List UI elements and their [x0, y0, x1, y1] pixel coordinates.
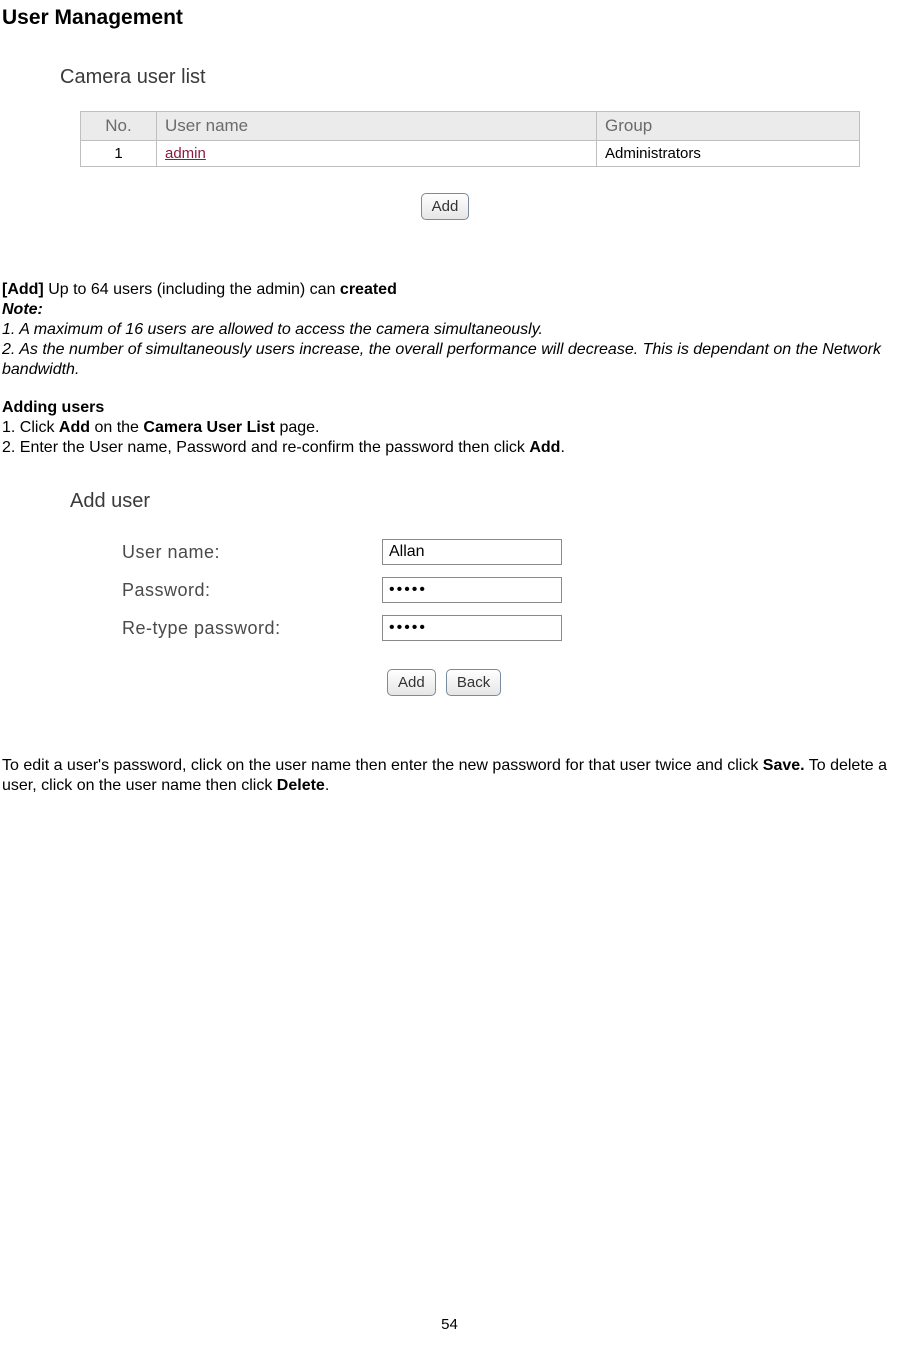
- cell-no: 1: [81, 141, 157, 167]
- step-1: 1. Click Add on the Camera User List pag…: [2, 418, 897, 438]
- retype-password-input[interactable]: [382, 615, 562, 641]
- description-block: [Add] Up to 64 users (including the admi…: [2, 280, 897, 380]
- table-row: 1 admin Administrators: [81, 141, 860, 167]
- txt: on the: [90, 419, 143, 436]
- add-user-panel: Add user User name: Password: Re-type pa…: [50, 490, 750, 696]
- txt: .: [325, 777, 329, 794]
- txt: 2. Enter the User name, Password and re-…: [2, 439, 529, 456]
- form-row-retype-password: Re-type password:: [122, 615, 750, 641]
- button-row: Add: [30, 193, 860, 220]
- note-label: Note:: [2, 300, 897, 320]
- step-2: 2. Enter the User name, Password and re-…: [2, 438, 897, 458]
- adding-users-block: Adding users 1. Click Add on the Camera …: [2, 398, 897, 458]
- col-group: Group: [597, 112, 860, 141]
- form-row-password: Password:: [122, 577, 750, 603]
- txt: 1. Click: [2, 419, 59, 436]
- button-row-add-user: Add Back: [384, 669, 750, 696]
- note-2: 2. As the number of simultaneously users…: [2, 340, 897, 380]
- add-description-line: [Add] Up to 64 users (including the admi…: [2, 280, 897, 300]
- user-link-admin[interactable]: admin: [165, 145, 206, 162]
- add-label: [Add]: [2, 281, 44, 298]
- txt-bold: Delete: [277, 777, 325, 794]
- retype-password-label: Re-type password:: [122, 618, 382, 639]
- txt-bold: Camera User List: [143, 419, 275, 436]
- note-1: 1. A maximum of 16 users are allowed to …: [2, 320, 897, 340]
- add-desc-text: Up to 64 users (including the admin) can: [44, 281, 340, 298]
- password-label: Password:: [122, 580, 382, 601]
- edit-delete-paragraph: To edit a user's password, click on the …: [2, 756, 897, 796]
- col-no: No.: [81, 112, 157, 141]
- add-user-button[interactable]: Add: [387, 669, 436, 696]
- txt-bold: Add: [529, 439, 560, 456]
- txt-bold: Add: [59, 419, 90, 436]
- user-name-input[interactable]: [382, 539, 562, 565]
- password-input[interactable]: [382, 577, 562, 603]
- page-title: User Management: [0, 0, 899, 30]
- user-list-table: No. User name Group 1 admin Administrato…: [80, 111, 860, 167]
- cell-user-name: admin: [157, 141, 597, 167]
- txt: To edit a user's password, click on the …: [2, 757, 763, 774]
- txt: .: [560, 439, 564, 456]
- txt-bold: Save.: [763, 757, 805, 774]
- adding-users-label: Adding users: [2, 398, 897, 418]
- txt: page.: [275, 419, 319, 436]
- user-name-label: User name:: [122, 542, 382, 563]
- panel-title-add-user: Add user: [70, 490, 750, 513]
- form-row-user-name: User name:: [122, 539, 750, 565]
- panel-title-camera-user-list: Camera user list: [60, 66, 860, 89]
- page-number: 54: [0, 1316, 899, 1333]
- add-desc-tail: created: [340, 281, 397, 298]
- cell-group: Administrators: [597, 141, 860, 167]
- add-button[interactable]: Add: [421, 193, 470, 220]
- back-button[interactable]: Back: [446, 669, 501, 696]
- table-header-row: No. User name Group: [81, 112, 860, 141]
- camera-user-list-panel: Camera user list No. User name Group 1 a…: [30, 66, 860, 220]
- col-user-name: User name: [157, 112, 597, 141]
